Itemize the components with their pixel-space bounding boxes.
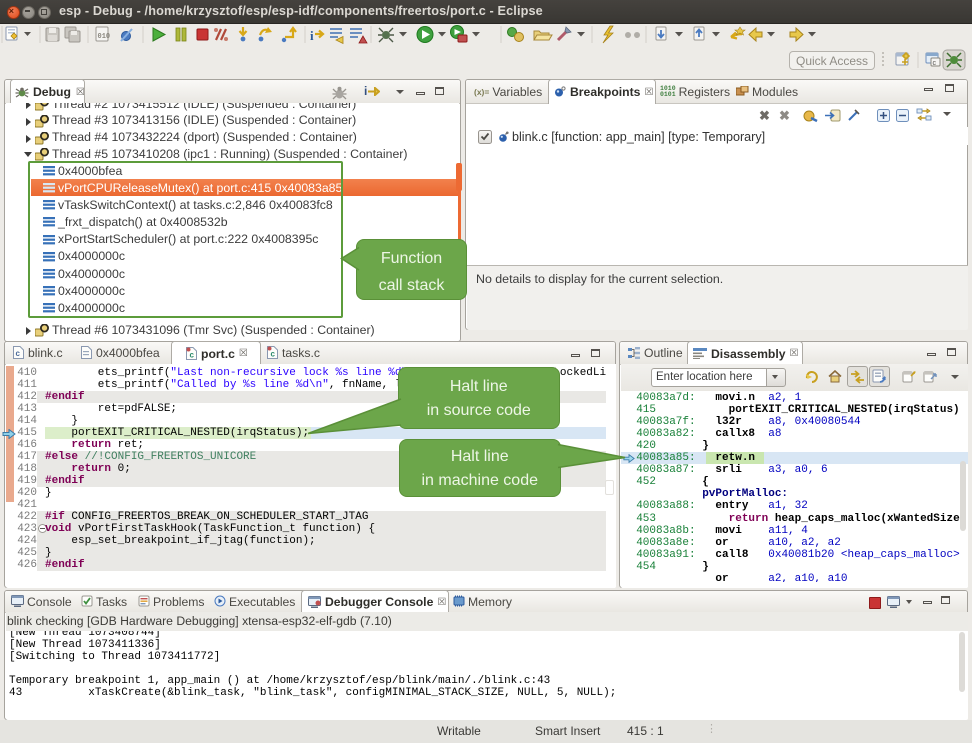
svg-text:i: i (310, 28, 314, 43)
svg-text:c: c (933, 60, 937, 67)
svg-text:010: 010 (98, 33, 111, 41)
svg-text:c: c (271, 350, 276, 359)
svg-text:c: c (190, 351, 195, 360)
svg-text:c: c (16, 349, 21, 358)
